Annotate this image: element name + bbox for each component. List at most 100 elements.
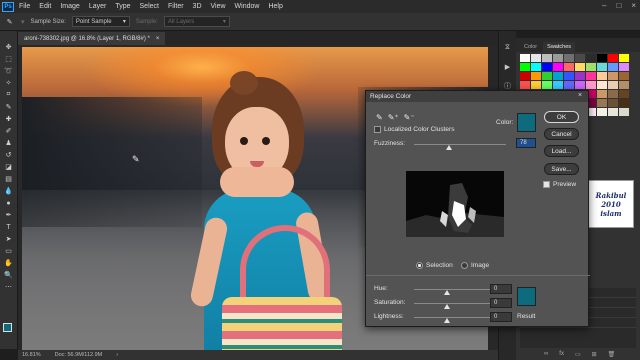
image-radio-option[interactable]: Image	[461, 262, 489, 269]
color-swatch[interactable]	[553, 54, 563, 62]
color-swatch[interactable]	[553, 72, 563, 80]
menu-filter[interactable]: Filter	[168, 3, 184, 10]
eyedropper-minus-icon[interactable]: ✎⁻	[404, 113, 415, 122]
color-swatch[interactable]	[586, 81, 596, 89]
maximize-icon[interactable]: □	[616, 1, 621, 10]
color-swatch[interactable]	[597, 81, 607, 89]
color-swatch[interactable]	[575, 54, 585, 62]
color-swatch[interactable]	[531, 63, 541, 71]
color-swatch[interactable]	[531, 72, 541, 80]
color-swatch[interactable]	[608, 90, 618, 98]
lightness-input[interactable]: 0	[490, 312, 512, 322]
new-icon[interactable]: ⊞	[592, 351, 597, 358]
lightness-slider-knob[interactable]	[444, 318, 450, 323]
minimize-icon[interactable]: –	[602, 1, 606, 10]
color-swatch[interactable]	[564, 81, 574, 89]
gradient-tool-icon[interactable]: ▤	[3, 175, 14, 184]
color-swatch[interactable]	[520, 54, 530, 62]
blur-tool-icon[interactable]: 💧	[3, 187, 14, 196]
hand-tool-icon[interactable]: ✋	[3, 259, 14, 268]
color-swatch[interactable]	[619, 63, 629, 71]
history-panel-icon[interactable]: ⧖	[503, 43, 513, 53]
load-button[interactable]: Load...	[544, 145, 579, 157]
color-swatch[interactable]	[619, 99, 629, 107]
color-swatch[interactable]	[608, 81, 618, 89]
marquee-tool-icon[interactable]: ⬚	[3, 55, 14, 64]
menu-type[interactable]: Type	[115, 3, 130, 10]
color-swatch[interactable]	[564, 63, 574, 71]
color-swatch[interactable]	[531, 81, 541, 89]
menu-layer[interactable]: Layer	[89, 3, 107, 10]
color-swatch[interactable]	[597, 54, 607, 62]
healing-brush-icon[interactable]: ✚	[3, 115, 14, 124]
menu-window[interactable]: Window	[235, 3, 260, 10]
crop-tool-icon[interactable]: ⌗	[3, 91, 14, 100]
selection-preview[interactable]	[406, 171, 504, 237]
color-swatch[interactable]	[553, 63, 563, 71]
fuzziness-slider-knob[interactable]	[446, 145, 452, 150]
color-swatch[interactable]	[520, 81, 530, 89]
lasso-tool-icon[interactable]: ➰	[3, 67, 14, 76]
color-swatch[interactable]	[575, 63, 585, 71]
fx-icon[interactable]: fx	[559, 351, 564, 358]
color-swatch[interactable]	[542, 54, 552, 62]
image-radio[interactable]	[461, 262, 468, 269]
selection-radio-option[interactable]: Selection	[416, 262, 453, 269]
menu-3d[interactable]: 3D	[193, 3, 202, 10]
color-swatch[interactable]	[608, 99, 618, 107]
tab-color[interactable]: Color	[520, 42, 541, 52]
close-window-icon[interactable]: ×	[631, 1, 636, 10]
color-swatch[interactable]	[608, 54, 618, 62]
zoom-level[interactable]: 16.81%	[22, 352, 41, 358]
dialog-close-icon[interactable]: ×	[575, 92, 585, 101]
localized-clusters-checkbox[interactable]	[374, 126, 381, 133]
eyedropper-icon[interactable]: ✎	[4, 17, 15, 26]
color-swatch[interactable]	[608, 63, 618, 71]
saturation-input[interactable]: 0	[490, 298, 512, 308]
eraser-tool-icon[interactable]: ◪	[3, 163, 14, 172]
folder-icon[interactable]: ▭	[575, 351, 581, 358]
color-swatch[interactable]	[542, 81, 552, 89]
color-swatch[interactable]	[542, 72, 552, 80]
ok-button[interactable]: OK	[544, 111, 579, 123]
type-tool-icon[interactable]: T	[3, 223, 14, 232]
hue-slider[interactable]	[414, 289, 492, 290]
color-swatch[interactable]	[520, 72, 530, 80]
localized-clusters-option[interactable]: Localized Color Clusters	[374, 126, 454, 133]
menu-select[interactable]: Select	[140, 3, 159, 10]
color-swatch[interactable]	[608, 108, 618, 116]
path-select-icon[interactable]: ➤	[3, 235, 14, 244]
sample-color-swatch[interactable]	[517, 113, 536, 132]
shape-tool-icon[interactable]: ▭	[3, 247, 14, 256]
saturation-slider-knob[interactable]	[444, 304, 450, 309]
tab-swatches[interactable]: Swatches	[543, 42, 576, 52]
brush-tool-icon[interactable]: ✐	[3, 127, 14, 136]
saturation-slider[interactable]	[414, 303, 492, 304]
save-button[interactable]: Save...	[544, 163, 579, 175]
color-swatch[interactable]	[564, 72, 574, 80]
link-layers-icon[interactable]: ∞	[544, 351, 548, 358]
color-swatch[interactable]	[553, 81, 563, 89]
color-swatch[interactable]	[619, 81, 629, 89]
stamp-tool-icon[interactable]: ♟	[3, 139, 14, 148]
color-swatch[interactable]	[597, 90, 607, 98]
menu-file[interactable]: File	[19, 3, 30, 10]
preview-option[interactable]: Preview	[543, 181, 576, 188]
color-swatch[interactable]	[564, 54, 574, 62]
color-swatch[interactable]	[619, 72, 629, 80]
menu-edit[interactable]: Edit	[39, 3, 51, 10]
pen-tool-icon[interactable]: ✒	[3, 211, 14, 220]
color-swatch[interactable]	[586, 72, 596, 80]
color-swatch[interactable]	[586, 63, 596, 71]
move-tool-icon[interactable]: ✥	[3, 43, 14, 52]
menu-image[interactable]: Image	[60, 3, 79, 10]
selection-radio[interactable]	[416, 262, 423, 269]
cancel-button[interactable]: Cancel	[544, 128, 579, 140]
color-swatch[interactable]	[542, 63, 552, 71]
fuzziness-slider[interactable]	[414, 144, 506, 145]
zoom-tool-icon[interactable]: 🔍	[3, 271, 14, 280]
preview-checkbox[interactable]	[543, 181, 550, 188]
result-color-swatch[interactable]	[517, 287, 536, 306]
color-swatch[interactable]	[608, 72, 618, 80]
history-brush-icon[interactable]: ↺	[3, 151, 14, 160]
